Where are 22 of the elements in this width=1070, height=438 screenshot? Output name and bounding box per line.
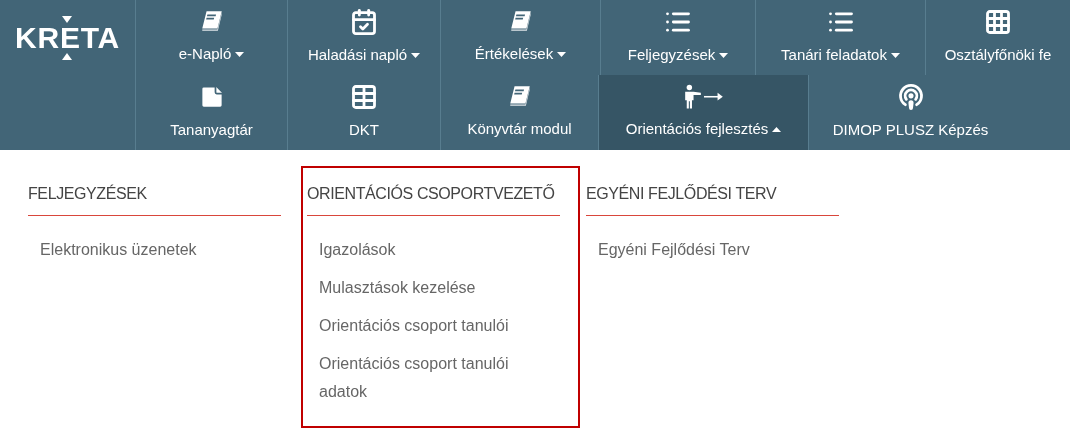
table-icon	[350, 83, 378, 112]
menu-link[interactable]: Egyéni Fejlődési Terv	[598, 236, 839, 264]
column-heading: EGYÉNI FEJLŐDÉSI TERV	[586, 182, 839, 216]
column-heading: ORIENTÁCIÓS CSOPORTVEZETŐ	[307, 182, 560, 216]
calendar-check-icon	[350, 8, 378, 37]
podcast-icon	[896, 83, 925, 112]
nav-menu-item[interactable]: Osztályfőnöki fe	[925, 0, 1070, 75]
menu-link[interactable]: Igazolások	[319, 236, 560, 264]
menu-link[interactable]: Elektronikus üzenetek	[40, 236, 281, 264]
nav-menu-item[interactable]: Értékelések	[440, 0, 600, 75]
nav-menu-item[interactable]: DKT	[287, 75, 440, 150]
grid-icon	[984, 8, 1012, 37]
nav-menu-item[interactable]: DIMOP PLUSZ Képzés	[808, 75, 1012, 150]
menu-link[interactable]: Mulasztások kezelése	[319, 274, 560, 302]
nav-menu-item[interactable]: Haladási napló	[287, 0, 440, 75]
nav-menu-item[interactable]: Tananyagtár	[135, 75, 287, 150]
column-heading: FELJEGYZÉSEK	[28, 182, 281, 216]
nav-menu-item[interactable]: e-Napló	[135, 0, 287, 75]
nav-menu-item[interactable]: Orientációs fejlesztés	[598, 75, 808, 150]
menu-link[interactable]: Orientációs csoport tanulói	[319, 312, 560, 340]
menu-link[interactable]: Orientációs csoport tanulói adatok	[319, 350, 560, 406]
logo[interactable]: KRETA	[15, 15, 120, 60]
